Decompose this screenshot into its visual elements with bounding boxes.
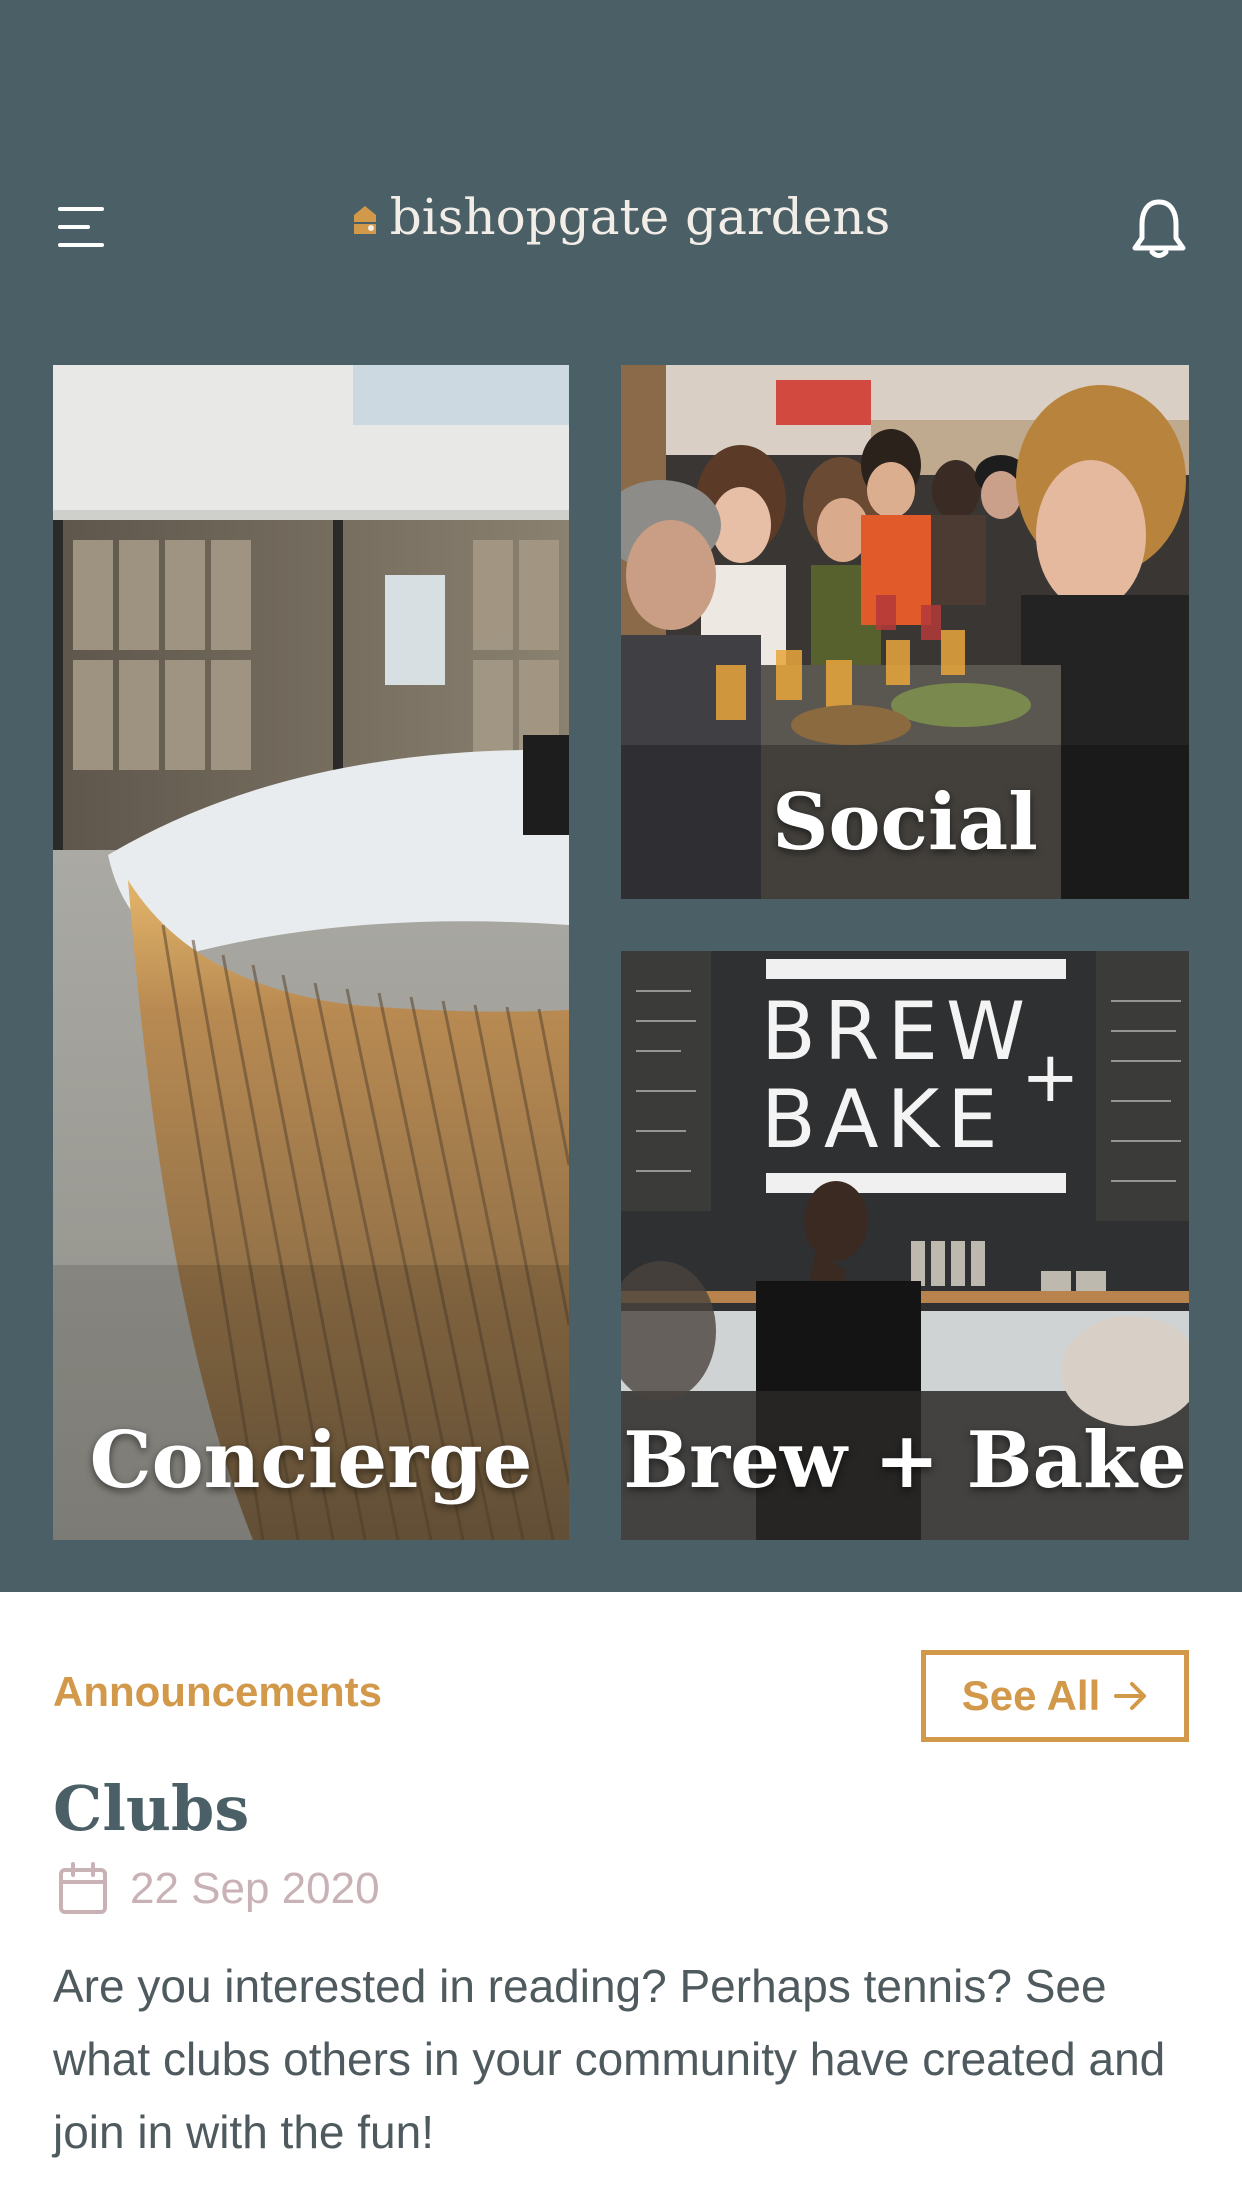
tile-concierge[interactable]: Concierge [53, 365, 569, 1540]
brand-text: bishopgate gardens [389, 188, 891, 246]
see-all-button[interactable]: See All [921, 1650, 1189, 1742]
announcements-heading: Announcements [53, 1668, 383, 1715]
header-hero-area: bishopgate gardens Concierge Social BREW… [0, 0, 1242, 1592]
tile-social[interactable]: Social [621, 365, 1189, 899]
calendar-icon [59, 1862, 107, 1914]
announcement-body: Are you interested in reading? Perhaps t… [53, 1960, 1166, 2158]
tile-label: Concierge [89, 1415, 533, 1506]
svg-text:BREW: BREW [761, 985, 1033, 1078]
see-all-label: See All [961, 1672, 1101, 1719]
announcement-date: 22 Sep 2020 [130, 1864, 380, 1913]
notification-button[interactable] [1130, 196, 1188, 260]
concierge-photo [53, 365, 569, 1540]
tile-label: Social [772, 777, 1038, 868]
brand-title: bishopgate gardens [0, 188, 1242, 246]
svg-text:BAKE: BAKE [761, 1073, 1006, 1166]
house-logo-icon [352, 190, 378, 234]
announcement-date-row: 22 Sep 2020 [58, 1862, 380, 1916]
tile-brew-bake[interactable]: BREW BAKE + Brew + Bake [621, 951, 1189, 1540]
svg-text:+: + [1021, 1036, 1080, 1118]
announcement-title[interactable]: Clubs [53, 1772, 249, 1845]
tile-label: Brew + Bake [623, 1415, 1187, 1506]
arrow-right-icon [1114, 1682, 1147, 1710]
bell-icon [1132, 199, 1186, 258]
